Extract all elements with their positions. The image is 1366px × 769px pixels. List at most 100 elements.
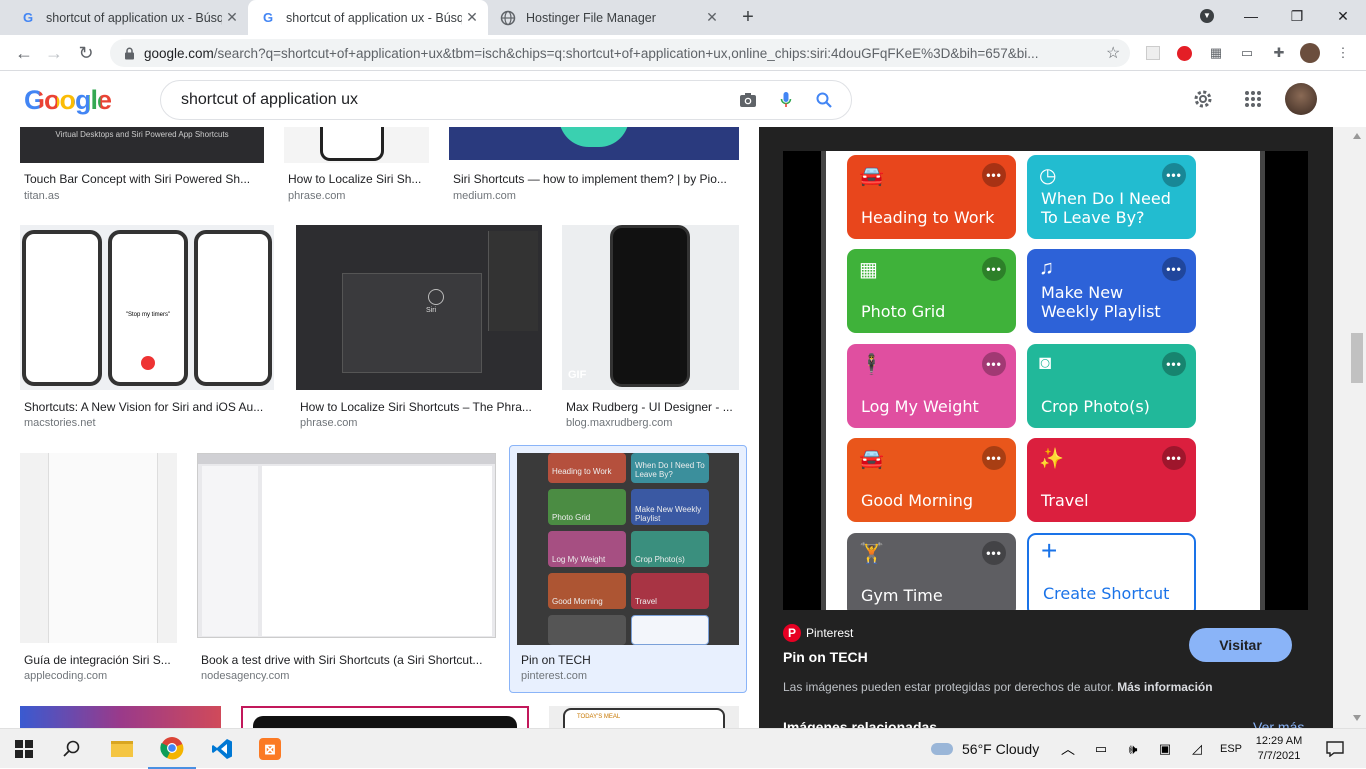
windows-start-icon[interactable] — [0, 729, 48, 769]
volume-icon[interactable]: 🕪 — [1122, 729, 1144, 769]
result-thumbnail[interactable]: Siri — [296, 225, 542, 390]
wand-icon: ✨ — [1039, 448, 1064, 470]
address-bar[interactable]: google.com/search?q=shortcut+of+applicat… — [110, 39, 1130, 67]
scrollbar-thumb[interactable] — [1351, 333, 1363, 383]
camera-search-icon[interactable] — [729, 92, 767, 108]
cloud-weather-icon[interactable] — [928, 729, 956, 769]
minimize-button[interactable]: — — [1228, 0, 1274, 32]
more-info-link[interactable]: Más información — [1117, 680, 1212, 694]
page-scrollbar[interactable] — [1333, 127, 1366, 728]
settings-gear-icon[interactable] — [1192, 88, 1214, 110]
more-options-icon: ••• — [1162, 446, 1186, 470]
new-tab-button[interactable]: + — [736, 6, 760, 30]
close-tab-icon[interactable]: ✕ — [462, 9, 482, 26]
result-caption[interactable]: How to Localize Siri Sh... — [288, 172, 429, 186]
notifications-icon[interactable] — [1318, 729, 1352, 769]
search-icon[interactable] — [805, 92, 843, 108]
result-card[interactable]: Siri Shortcuts — how to implement them? … — [449, 127, 739, 207]
result-thumbnail[interactable]: "Stop my timers" — [20, 225, 274, 390]
file-explorer-icon[interactable] — [98, 729, 146, 769]
copyright-text: Las imágenes pueden estar protegidas por… — [783, 680, 1114, 694]
close-tab-icon[interactable]: ✕ — [222, 9, 242, 26]
result-caption[interactable]: How to Localize Siri Shortcuts – The Phr… — [300, 400, 542, 414]
result-thumbnail[interactable] — [197, 453, 496, 638]
close-tab-icon[interactable]: ✕ — [702, 9, 722, 26]
extensions-puzzle-icon[interactable]: ✚ — [1269, 43, 1289, 63]
device-icon[interactable]: ▣ — [1154, 729, 1176, 769]
result-source: nodesagency.com — [201, 670, 290, 682]
preview-image[interactable]: 🚘 ••• Heading to Work ◷ ••• When Do I Need To… — [783, 151, 1308, 610]
wifi-icon[interactable]: ◿ — [1186, 729, 1208, 769]
result-caption[interactable]: Max Rudberg - UI Designer - ... — [566, 400, 739, 414]
mini-shortcut-tile: When Do I Need To Leave By? — [631, 453, 709, 483]
search-input[interactable]: shortcut of application ux — [181, 91, 729, 109]
tab-hostinger[interactable]: Hostinger File Manager ✕ — [488, 0, 728, 35]
result-card[interactable]: Guía de integración Siri S... applecodin… — [20, 453, 177, 685]
result-card[interactable]: "Stop my timers" Shortcuts: A New Vision… — [20, 225, 274, 435]
result-thumbnail[interactable]: Heading to Work When Do I Need To Leave … — [517, 453, 739, 645]
adblock-icon[interactable] — [1174, 43, 1194, 63]
profile-dropdown-icon[interactable]: ▼ — [1184, 0, 1230, 32]
back-button[interactable]: ← — [12, 41, 36, 65]
browser-toolbar: ← → ↻ google.com/search?q=shortcut+of+ap… — [0, 35, 1366, 71]
result-card[interactable] — [241, 706, 529, 728]
result-thumbnail[interactable]: Virtual Desktops and Siri Powered App Sh… — [20, 127, 264, 163]
scroll-up-arrow[interactable] — [1353, 133, 1361, 139]
see-more-link[interactable]: Ver más — [1253, 719, 1304, 728]
bookmark-star-icon[interactable]: ☆ — [1106, 43, 1120, 63]
chevron-up-icon[interactable]: ︿ — [1058, 729, 1078, 769]
result-card[interactable]: Book a test drive with Siri Shortcuts (a… — [197, 453, 496, 685]
qr-code-icon[interactable]: ▦ — [1206, 43, 1226, 63]
result-card[interactable]: Virtual Desktops and Siri Powered App Sh… — [20, 127, 264, 207]
clock[interactable]: 12:29 AM 7/7/2021 — [1250, 729, 1308, 769]
result-caption[interactable]: Pin on TECH — [521, 653, 741, 667]
close-window-button[interactable]: ✕ — [1320, 0, 1366, 32]
result-card[interactable]: GIF Max Rudberg - UI Designer - ... blog… — [562, 225, 739, 435]
result-card[interactable]: Siri How to Localize Siri Shortcuts – Th… — [296, 225, 542, 435]
chrome-icon[interactable] — [148, 729, 196, 769]
more-options-icon: ••• — [982, 163, 1006, 187]
tab-google-1[interactable]: G shortcut of application ux - Búsq ✕ — [8, 0, 248, 35]
vscode-icon[interactable] — [198, 729, 246, 769]
extension-icon[interactable] — [1143, 43, 1163, 63]
mini-shortcut-tile: Travel — [631, 573, 709, 609]
reload-button[interactable]: ↻ — [74, 41, 98, 65]
result-caption[interactable]: Book a test drive with Siri Shortcuts (a… — [201, 653, 496, 667]
result-thumbnail[interactable] — [449, 127, 739, 160]
result-card[interactable]: How to Localize Siri Sh... phrase.com — [284, 127, 429, 207]
result-caption[interactable]: Shortcuts: A New Vision for Siri and iOS… — [24, 400, 274, 414]
more-options-icon: ••• — [982, 257, 1006, 281]
visit-button[interactable]: Visitar — [1189, 628, 1292, 662]
xampp-icon[interactable]: ⊠ — [246, 729, 294, 769]
lock-icon[interactable] — [122, 47, 136, 60]
result-card[interactable]: TODAY'S MEAL — [549, 706, 739, 728]
apps-grid-icon[interactable] — [1244, 90, 1262, 108]
chrome-menu-icon[interactable]: ⋮ — [1333, 43, 1353, 63]
search-box[interactable]: shortcut of application ux — [160, 80, 852, 120]
thumb-text: "Stop my timers" — [125, 312, 171, 318]
selected-result-card[interactable]: Heading to Work When Do I Need To Leave … — [509, 445, 747, 693]
search-icon[interactable] — [48, 729, 96, 769]
preview-title[interactable]: Pin on TECH — [783, 649, 868, 665]
result-thumbnail[interactable]: GIF — [562, 225, 739, 390]
battery-icon[interactable]: ▭ — [1090, 729, 1112, 769]
profile-avatar[interactable] — [1300, 43, 1320, 63]
result-source: blog.maxrudberg.com — [566, 417, 673, 429]
result-thumbnail[interactable] — [20, 453, 177, 643]
result-caption[interactable]: Guía de integración Siri S... — [24, 653, 177, 667]
forward-button[interactable]: → — [42, 41, 66, 65]
maximize-button[interactable]: ❐ — [1274, 0, 1320, 32]
scroll-down-arrow[interactable] — [1353, 715, 1361, 721]
preview-site-name[interactable]: Pinterest — [806, 626, 853, 640]
google-logo[interactable]: Google — [24, 85, 112, 116]
result-caption[interactable]: Siri Shortcuts — how to implement them? … — [453, 172, 739, 186]
result-thumbnail[interactable] — [284, 127, 429, 163]
result-card[interactable] — [20, 706, 221, 728]
result-caption[interactable]: Touch Bar Concept with Siri Powered Sh..… — [24, 172, 264, 186]
cast-icon[interactable]: ▭ — [1237, 43, 1257, 63]
account-avatar[interactable] — [1285, 83, 1317, 115]
tab-google-2[interactable]: G shortcut of application ux - Búsq ✕ — [248, 0, 488, 35]
weather-text[interactable]: 56°F Cloudy — [962, 729, 1046, 769]
voice-search-icon[interactable] — [767, 91, 805, 109]
language-indicator[interactable]: ESP — [1218, 729, 1244, 769]
